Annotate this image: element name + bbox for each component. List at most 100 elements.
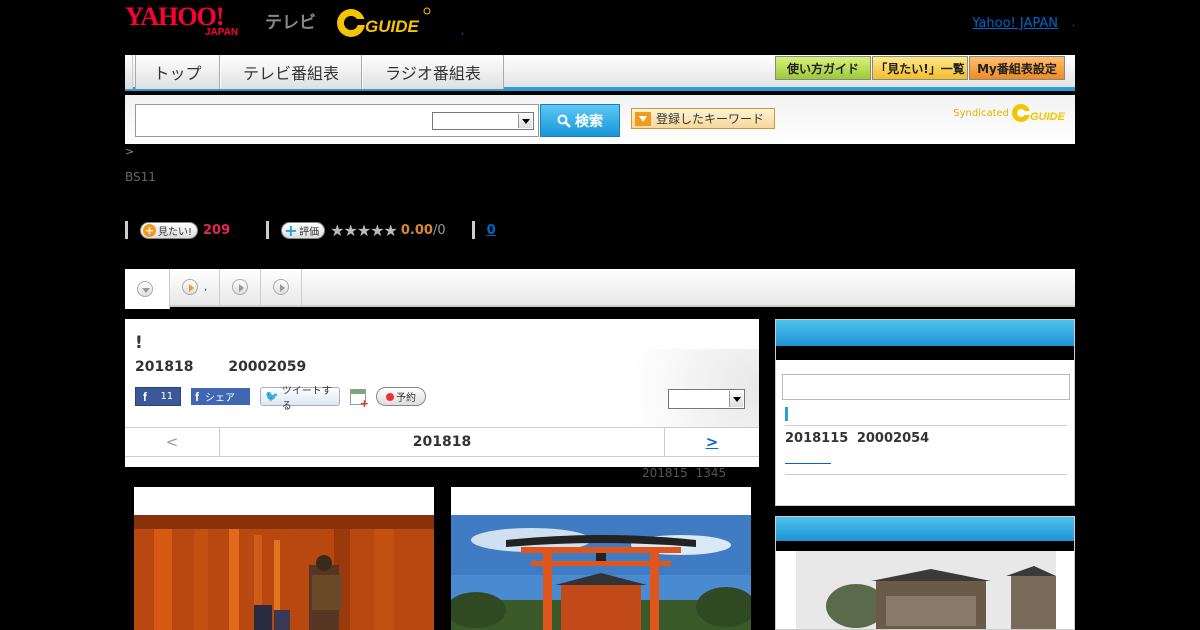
tab-item-3[interactable]	[220, 269, 262, 305]
dropdown-arrow-icon	[635, 111, 651, 126]
syndicated-label: Syndicated	[953, 107, 1009, 119]
want-to-watch-label: 見たい!	[158, 226, 193, 238]
sidebar-panel-2-bar	[776, 541, 1074, 551]
play-icon	[273, 279, 290, 295]
rate-button[interactable]: + 評価	[281, 220, 326, 240]
kyoto-street-image[interactable]	[796, 551, 1056, 630]
syndicated-gguide-logo: Syndicated GUIDE	[953, 102, 1067, 124]
program-stats: + 見たい! 209 + 評価 ★★★★★ 0.00 /0 0	[125, 220, 496, 240]
reserve-label: 予約	[396, 393, 416, 404]
divider	[785, 425, 1067, 426]
facebook-share-label: シェア	[205, 393, 235, 404]
sidebar-panel-2-header	[776, 517, 1074, 541]
program-tabbar: ,	[125, 269, 1075, 309]
site-header: YAHOO! JAPAN テレビ GUIDE , Yahoo! JAPAN .	[125, 0, 1075, 52]
yahoo-japan-link[interactable]: Yahoo! JAPAN	[972, 16, 1058, 31]
want-to-watch-button[interactable]: + 見たい!	[140, 221, 199, 239]
facebook-like-button[interactable]: f 11	[135, 387, 181, 406]
main-nav: トップ テレビ番組表 ラジオ番組表 使い方ガイド 「見たい!」一覧 My番組表設…	[125, 55, 1075, 91]
rating-score: 0.00	[400, 222, 433, 238]
play-icon	[232, 279, 249, 295]
chevron-down-icon	[729, 391, 743, 407]
registered-keywords-button[interactable]: 登録したキーワード	[631, 108, 775, 129]
rating-stars: ★★★★★	[330, 220, 398, 240]
chevron-down-icon	[518, 114, 532, 128]
svg-text:GUIDE: GUIDE	[1030, 111, 1066, 123]
divider	[266, 221, 270, 239]
registered-keywords-label: 登録したキーワード	[656, 112, 765, 126]
sidebar-datetime: 2018115 20002054	[785, 431, 930, 446]
program-title: !	[135, 333, 143, 353]
plus-icon: +	[284, 220, 298, 240]
facebook-like-count: 11	[160, 391, 174, 402]
program-thumbnail[interactable]	[134, 487, 434, 630]
search-button-label: 検索	[575, 113, 603, 130]
divider	[125, 221, 128, 239]
add-calendar-icon[interactable]	[350, 388, 369, 410]
search-icon	[557, 114, 571, 128]
breadcrumb: >	[125, 145, 135, 158]
yahoo-japan-logo-text: JAPAN	[205, 27, 239, 38]
rate-label: 評価	[299, 226, 320, 238]
yahoo-logo[interactable]: YAHOO!	[125, 4, 224, 30]
channel-name: BS11	[125, 170, 156, 184]
want-to-watch-count: 209	[203, 222, 231, 238]
reserve-button[interactable]: 予約	[376, 387, 426, 406]
play-icon	[182, 279, 198, 295]
sidebar-panel-bar	[776, 346, 1074, 360]
yahoo-link-suffix: .	[1071, 18, 1075, 29]
tweet-button[interactable]: 🐦 ツイートする	[260, 386, 340, 412]
sidebar-panel-header	[776, 320, 1074, 346]
program-datetime: 201818 20002059	[135, 359, 307, 375]
usage-guide-button[interactable]: 使い方ガイド	[775, 56, 871, 80]
header-separator: ,	[461, 26, 465, 37]
divider	[471, 221, 475, 239]
plus-icon: +	[143, 223, 156, 237]
share-row: f 11 f シェア 🐦 ツイートする 予約	[135, 386, 426, 412]
tab-expand[interactable]	[125, 269, 170, 309]
rating-count: /0	[432, 222, 446, 238]
tab-item-4[interactable]	[261, 269, 303, 305]
sidebar-panel-2	[775, 516, 1075, 630]
nav-utility-buttons: 使い方ガイド 「見たい!」一覧 My番組表設定	[774, 56, 1065, 80]
gguide-small-logo: GUIDE	[1012, 104, 1066, 123]
program-thumbnail[interactable]	[451, 487, 751, 630]
twitter-bird-icon: 🐦	[265, 390, 279, 403]
tab-item-2-label: ,	[204, 281, 208, 293]
date-navigation: < 201818 >	[125, 427, 759, 457]
facebook-icon: f	[195, 389, 199, 404]
facebook-icon: f	[142, 389, 147, 404]
section-marker	[785, 407, 788, 421]
last-updated: 201815 1345	[642, 466, 727, 480]
nav-tabs: トップ テレビ番組表 ラジオ番組表	[135, 55, 504, 89]
date-next-button[interactable]: >	[664, 428, 759, 456]
divider	[785, 474, 1067, 475]
search-button[interactable]: 検索	[540, 104, 620, 137]
tab-item-2[interactable]: ,	[170, 269, 221, 305]
program-option-select[interactable]	[668, 389, 745, 409]
facebook-share-button[interactable]: f シェア	[191, 388, 250, 405]
review-count-link[interactable]: 0	[487, 223, 496, 238]
want-to-watch-list-button[interactable]: 「見たい!」一覧	[872, 56, 968, 80]
nav-tab-tv-schedule[interactable]: テレビ番組表	[220, 55, 362, 89]
date-prev-button[interactable]: <	[125, 428, 220, 456]
record-dot-icon	[386, 392, 394, 401]
torii-tunnel-image	[134, 515, 434, 630]
nav-edge	[125, 55, 133, 89]
chevron-down-icon	[137, 281, 153, 297]
my-schedule-settings-button[interactable]: My番組表設定	[969, 56, 1065, 80]
search-bar: 検索 登録したキーワード Syndicated GUIDE	[125, 95, 1075, 144]
nav-tab-radio-schedule[interactable]: ラジオ番組表	[362, 55, 504, 89]
tv-logo-text: テレビ	[265, 13, 316, 33]
program-detail: ! 201818 20002059 f 11 f シェア 🐦 ツイートする 予約…	[125, 319, 759, 467]
current-date: 201818	[412, 434, 472, 450]
sidebar-panel: 2018115 20002054	[775, 319, 1075, 506]
tweet-label: ツイートする	[281, 385, 332, 412]
sidebar-input[interactable]	[782, 374, 1070, 400]
sidebar-link[interactable]	[785, 452, 831, 464]
nav-tab-top[interactable]: トップ	[135, 55, 220, 89]
svg-text:GUIDE: GUIDE	[365, 17, 420, 36]
search-category-select[interactable]	[432, 112, 534, 130]
gguide-logo[interactable]: GUIDE	[335, 5, 431, 41]
shrine-gate-image	[451, 515, 751, 630]
